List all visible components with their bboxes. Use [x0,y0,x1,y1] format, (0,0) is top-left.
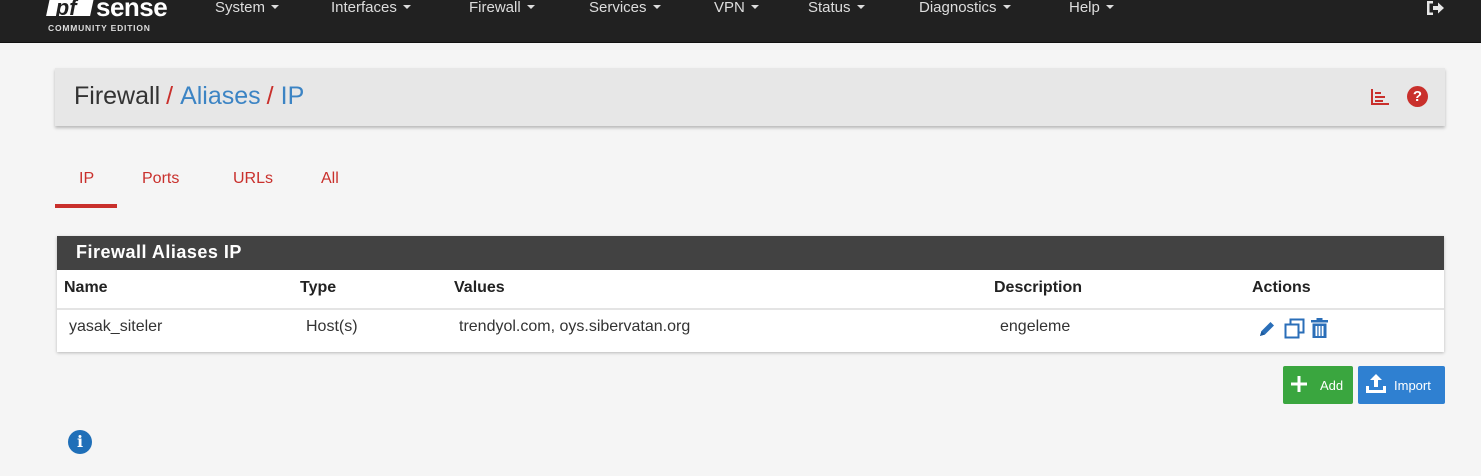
column-header-name[interactable]: Name [64,279,108,297]
cell-name: yasak_siteler [69,318,163,335]
sign-out-icon[interactable] [1425,0,1445,16]
nav-interfaces[interactable]: Interfaces [331,0,411,19]
logo-word: sense [96,0,168,22]
caret-down-icon [271,5,280,9]
nav-diagnostics-label: Diagnostics [919,0,997,16]
caret-down-icon [526,5,535,9]
tab-all[interactable]: All [321,170,339,188]
cell-type: Host(s) [306,318,358,335]
header-divider [57,308,1444,310]
nav-services-label: Services [589,0,647,16]
aliases-panel: Firewall Aliases IP Name Type Values Des… [57,236,1444,352]
breadcrumb: Firewall / Aliases / IP ? [55,68,1445,126]
add-button-label: Add [1320,378,1344,393]
info-icon[interactable]: i [68,430,92,454]
panel-title: Firewall Aliases IP [57,236,1444,270]
breadcrumb-root: Firewall [74,82,161,110]
help-icon[interactable]: ? [1407,86,1428,107]
nav-status-label: Status [808,0,851,16]
breadcrumb-separator: / [166,82,174,110]
plus-icon [1291,376,1307,392]
caret-down-icon [750,5,759,9]
caret-down-icon [1105,5,1114,9]
upload-icon [1366,374,1386,393]
logo-box-text: pf [55,0,77,20]
nav-help-label: Help [1069,0,1100,16]
nav-system[interactable]: System [215,0,280,19]
import-button[interactable]: Import [1358,366,1445,404]
tab-ports[interactable]: Ports [142,170,179,188]
edit-icon[interactable] [1257,319,1277,339]
nav-vpn[interactable]: VPN [714,0,759,19]
logo-box: pf [46,0,94,20]
column-header-values[interactable]: Values [454,279,505,297]
column-header-type[interactable]: Type [300,279,336,297]
import-button-label: Import [1394,378,1431,393]
trash-icon[interactable] [1310,318,1329,339]
caret-down-icon [652,5,661,9]
breadcrumb-current-link[interactable]: IP [281,82,305,110]
column-header-description[interactable]: Description [994,279,1082,297]
nav-firewall-label: Firewall [469,0,521,16]
breadcrumb-aliases-link[interactable]: Aliases [180,82,261,110]
column-header-actions: Actions [1252,279,1311,296]
nav-firewall[interactable]: Firewall [469,0,535,19]
tab-ip[interactable]: IP [79,170,94,188]
caret-down-icon [856,5,865,9]
copy-icon[interactable] [1284,318,1305,339]
nav-system-label: System [215,0,266,16]
pfsense-logo[interactable]: pf sense COMMUNITY EDITION [46,0,188,38]
nav-status[interactable]: Status [808,0,865,19]
nav-vpn-label: VPN [714,0,745,16]
cell-values: trendyol.com, oys.sibervatan.org [459,318,691,335]
chart-icon[interactable] [1370,88,1390,106]
nav-help[interactable]: Help [1069,0,1114,19]
caret-down-icon [402,5,411,9]
add-button[interactable]: Add [1283,366,1353,404]
page-title: Firewall / Aliases / IP [74,82,304,111]
cell-description: engeleme [1000,318,1071,335]
nav-diagnostics[interactable]: Diagnostics [919,0,1011,19]
breadcrumb-separator: / [266,82,274,110]
logo-edition: COMMUNITY EDITION [48,23,151,33]
tab-urls[interactable]: URLs [233,170,273,188]
nav-services[interactable]: Services [589,0,661,19]
active-tab-indicator [55,204,117,208]
caret-down-icon [1002,5,1011,9]
top-navbar: pf sense COMMUNITY EDITION System Interf… [0,0,1481,43]
nav-interfaces-label: Interfaces [331,0,397,16]
